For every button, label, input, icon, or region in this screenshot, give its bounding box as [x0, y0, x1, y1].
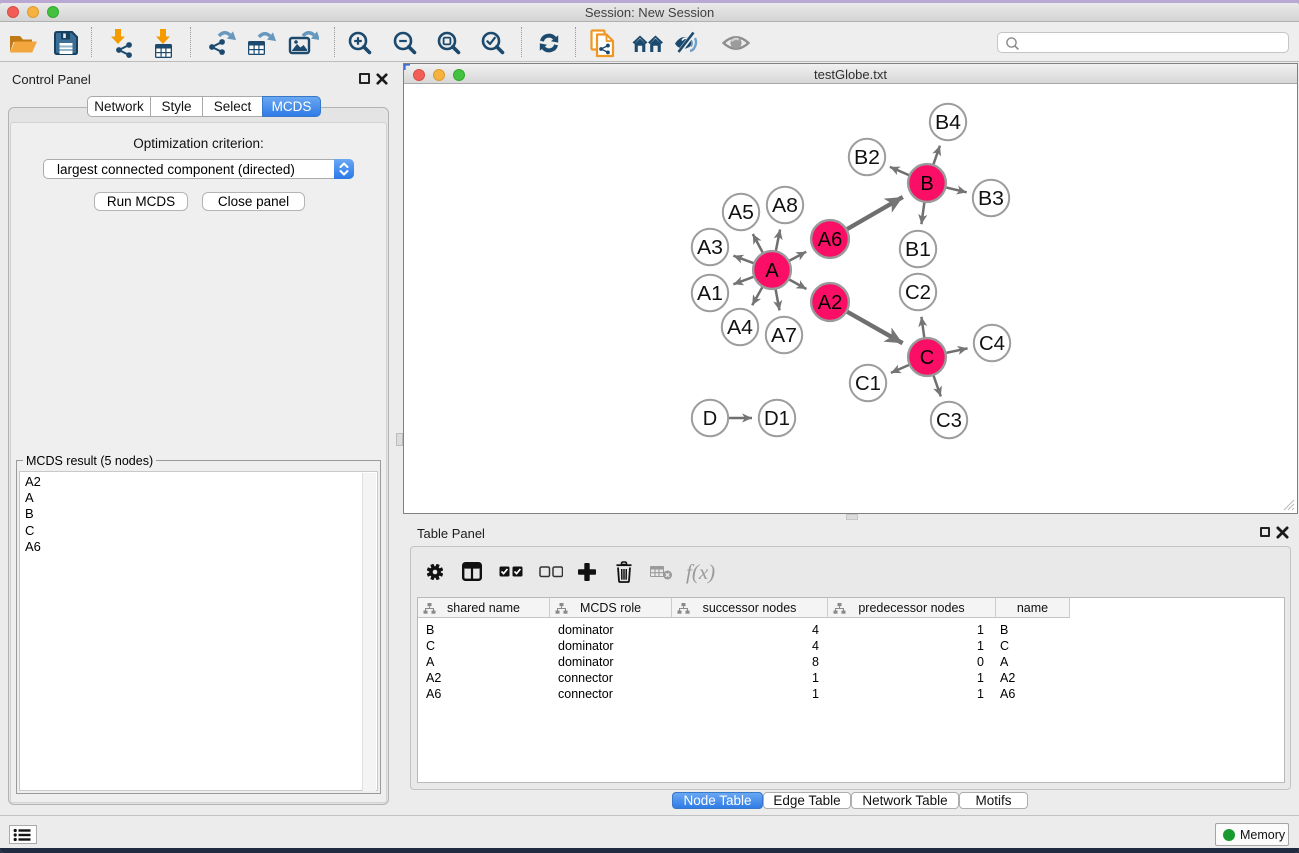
svg-text:C1: C1: [855, 373, 881, 395]
svg-text:A2: A2: [818, 292, 842, 314]
svg-text:A: A: [765, 260, 779, 282]
svg-text:A7: A7: [771, 325, 797, 347]
svg-text:D1: D1: [764, 408, 790, 430]
svg-text:C: C: [920, 347, 934, 369]
svg-text:C3: C3: [936, 410, 962, 432]
svg-text:A1: A1: [697, 283, 723, 305]
svg-text:A6: A6: [818, 229, 842, 251]
svg-text:B4: B4: [935, 112, 961, 134]
svg-text:A8: A8: [772, 195, 798, 217]
svg-text:B3: B3: [978, 188, 1004, 210]
svg-text:B2: B2: [854, 147, 880, 169]
svg-text:D: D: [703, 408, 717, 430]
svg-text:C2: C2: [905, 282, 931, 304]
svg-text:C4: C4: [979, 333, 1005, 355]
svg-text:A4: A4: [727, 317, 753, 339]
svg-text:B1: B1: [905, 239, 931, 261]
svg-text:A3: A3: [697, 237, 723, 259]
svg-text:A5: A5: [728, 202, 754, 224]
svg-text:B: B: [920, 173, 933, 195]
